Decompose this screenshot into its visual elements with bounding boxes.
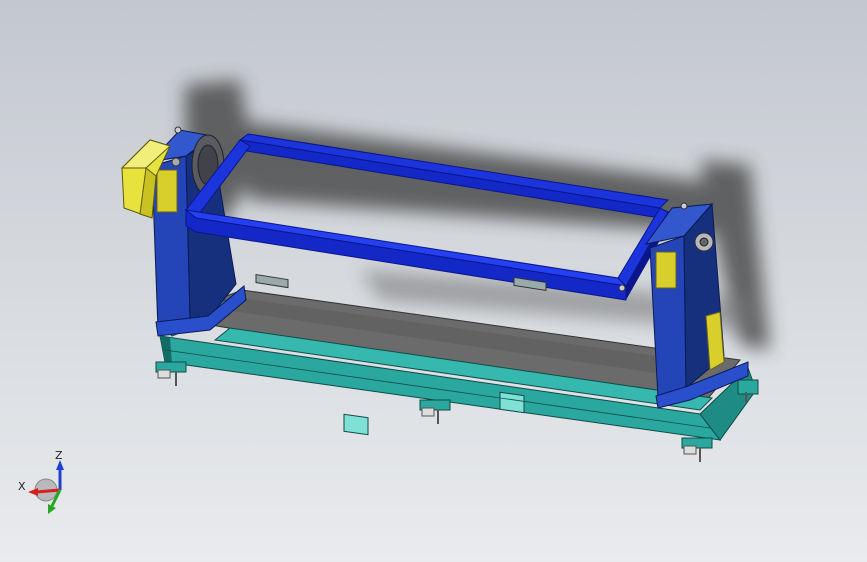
tailstock-access-panel-front [655, 251, 677, 289]
z-axis-label: Z [55, 449, 63, 462]
base-cutout-2 [499, 391, 525, 414]
coordinate-triad[interactable]: Z X [14, 446, 84, 520]
base-cutout-1 [343, 413, 369, 436]
z-axis-arrow [56, 460, 64, 490]
x-axis-label: X [18, 480, 26, 493]
headstock-access-panel [156, 169, 178, 213]
cad-viewport[interactable] [0, 0, 867, 562]
